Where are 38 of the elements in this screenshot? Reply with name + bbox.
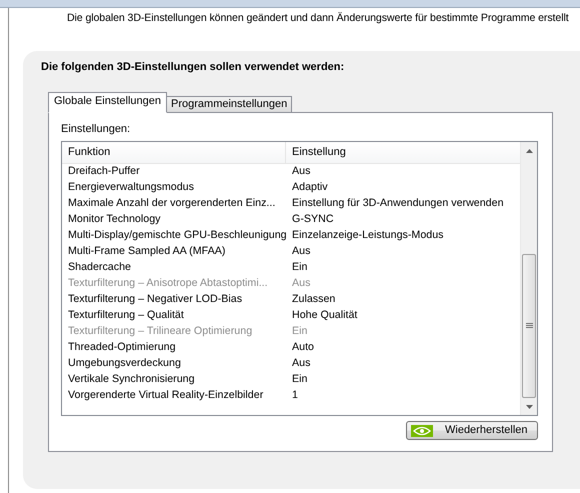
scroll-thumb[interactable]: [522, 254, 536, 398]
setting-cell[interactable]: Zulassen: [290, 293, 336, 308]
setting-cell[interactable]: G-SYNC: [290, 213, 334, 228]
function-cell[interactable]: Energieverwaltungsmodus: [62, 181, 290, 196]
setting-cell[interactable]: Ein: [290, 373, 308, 388]
tab[interactable]: Programmeinstellungen: [166, 96, 292, 113]
panel-heading: Die folgenden 3D-Einstellungen sollen verwendet werden:: [41, 60, 346, 74]
setting-cell[interactable]: Auto: [290, 341, 314, 356]
function-cell[interactable]: Maximale Anzahl der vorgerenderten Einz...: [62, 197, 290, 212]
setting-cell[interactable]: 1: [290, 389, 298, 404]
setting-cell[interactable]: Hohe Qualität: [290, 309, 358, 324]
column-header[interactable]: Einstellung: [286, 142, 352, 164]
settings-label: Einstellungen:: [61, 122, 130, 136]
setting-cell[interactable]: Einstellung für 3D-Anwendungen verwenden: [290, 197, 504, 212]
setting-cell[interactable]: Aus: [290, 245, 310, 260]
function-cell[interactable]: Vertikale Synchronisierung: [62, 373, 290, 388]
function-cell[interactable]: Texturfilterung – Qualität: [62, 309, 290, 324]
scrollbar[interactable]: [520, 142, 537, 416]
setting-cell[interactable]: Aus: [290, 165, 310, 180]
column-header[interactable]: Funktion: [62, 142, 286, 164]
function-cell[interactable]: Shadercache: [62, 261, 290, 276]
function-cell[interactable]: Vorgerenderte Virtual Reality-Einzelbilder: [62, 389, 290, 404]
setting-cell[interactable]: Aus: [290, 357, 310, 372]
setting-cell[interactable]: Einzelanzeige-Leistungs-Modus: [290, 229, 444, 244]
setting-cell[interactable]: Adaptiv: [290, 181, 328, 196]
function-cell[interactable]: Multi-Frame Sampled AA (MFAA): [62, 245, 290, 260]
function-cell[interactable]: Umgebungsverdeckung: [62, 357, 290, 372]
restore-button[interactable]: Wiederherstellen: [406, 421, 538, 440]
description-text: Die globalen 3D-Einstellungen können geändert und dann Änderungswerte für bestimmte Programme erstellt: [66, 11, 570, 25]
function-cell[interactable]: Multi-Display/gemischte GPU-Beschleunigung: [62, 229, 290, 244]
function-cell[interactable]: Monitor Technology: [62, 213, 290, 228]
function-cell[interactable]: Threaded-Optimierung: [62, 341, 290, 356]
tab[interactable]: Globale Einstellungen: [48, 92, 168, 113]
settings-list[interactable]: [61, 141, 538, 416]
eye-logo-icon: [411, 424, 433, 437]
function-cell[interactable]: Texturfilterung – Negativer LOD-Bias: [62, 293, 290, 308]
function-cell[interactable]: Dreifach-Puffer: [62, 165, 290, 180]
setting-cell[interactable]: Ein: [290, 261, 308, 276]
